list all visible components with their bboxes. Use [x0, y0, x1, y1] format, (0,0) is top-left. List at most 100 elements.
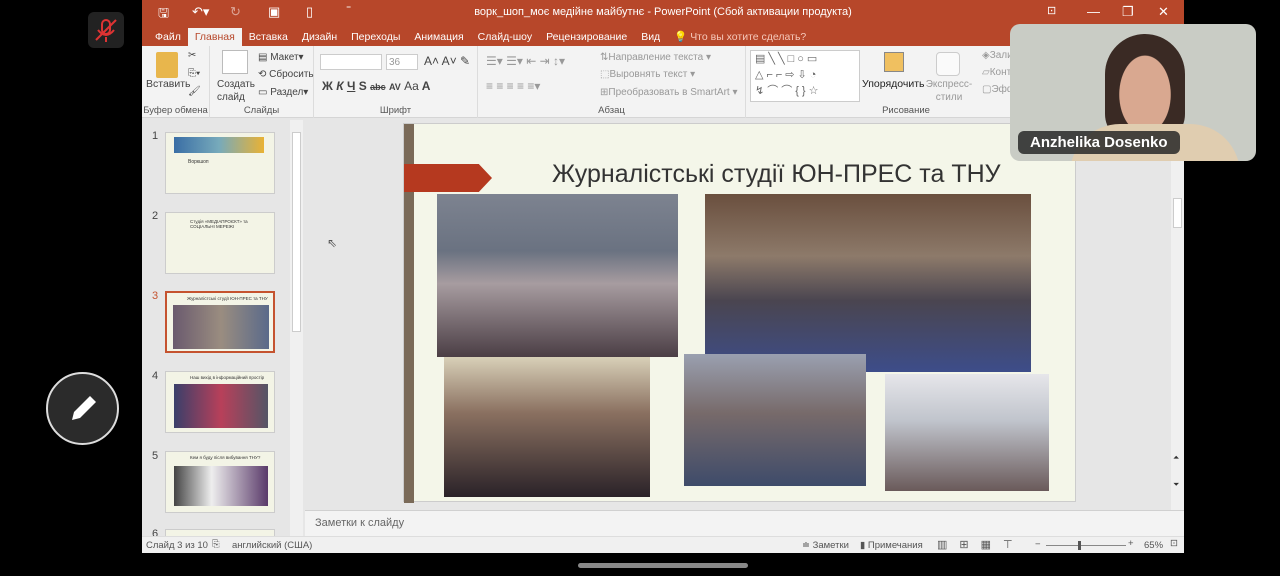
participant-video: Anzhelika Dosenko [1010, 24, 1256, 161]
align-buttons[interactable]: ≡ ≡ ≡ ≡ ≡▾ [486, 79, 540, 93]
thumb-number: 5 [152, 450, 159, 462]
cut-icon[interactable]: ✂ [188, 50, 196, 61]
smartart-label: Преобразовать в SmartArt [608, 87, 730, 98]
paragraph-group: ☰▾ ☰▾ ⇤ ⇥ ↕▾ ≡ ≡ ≡ ≡ ≡▾ ⇅Направление тек… [478, 46, 746, 118]
spacing-button[interactable]: AV [389, 82, 401, 92]
change-case-button[interactable]: Aa [404, 79, 419, 93]
arrange-button[interactable]: Упорядочить [862, 78, 924, 90]
strikethrough-button[interactable]: abc [370, 82, 386, 92]
title-bar: 🖫 ↶▾ ↻ ▣ ▯ ⁼ ворк_шоп_моє медійне майбут… [142, 0, 1184, 25]
slide-photo-group-stage [437, 194, 678, 357]
layout-button[interactable]: ▤ Макет▾ [258, 52, 304, 63]
slides-label: Слайды [243, 105, 280, 116]
font-name-input[interactable] [320, 54, 382, 70]
prev-slide-icon[interactable]: ⏶ [1173, 453, 1179, 463]
slide-thumbnails-pane: 1 Воркшоп 2 Студія «МЕДІАПРОЄКТ» та СОЦІ… [142, 118, 305, 540]
notes-toggle[interactable]: ≐ Заметки [802, 540, 849, 551]
thumb-title: Воркшоп [188, 159, 209, 165]
tab-view[interactable]: Вид [634, 28, 667, 46]
thumb-title: Журналістські студії ЮН-ПРЕС та ТНУ [187, 296, 268, 301]
font-color-button[interactable]: A [422, 79, 431, 93]
paste-button[interactable]: Вставить [146, 78, 191, 90]
tab-home[interactable]: Главная [187, 28, 242, 46]
font-size-input[interactable]: 36 [386, 54, 418, 70]
tab-animations[interactable]: Анимация [407, 28, 470, 46]
quick-styles-icon [936, 52, 960, 76]
layout-label: Макет [270, 52, 299, 63]
spellcheck-icon[interactable]: ⎘ [212, 539, 220, 550]
thumb-title: Кем я буду після вибування ТНУ? [190, 455, 261, 460]
slide-thumbnail-3[interactable]: Журналістські студії ЮН-ПРЕС та ТНУ [165, 291, 275, 353]
fit-slide-icon[interactable]: ⊡ [1170, 538, 1178, 549]
font-grow-shrink-icons[interactable]: A˄ A˅ ✎ [424, 54, 470, 68]
section-button[interactable]: ▭ Раздел▾ [258, 87, 308, 98]
slides-group: Создать слайд ▤ Макет▾ ⟲ Сбросить ▭ Разд… [210, 46, 314, 118]
text-direction-label: Направление текста [608, 52, 704, 63]
slide-photo-conference-room [885, 374, 1049, 491]
clipboard-group: Вставить ✂ ⎘▾ 🖌 Буфер обмена [142, 46, 210, 118]
align-text-button[interactable]: ⬚Выровнять текст ▾ [600, 69, 695, 80]
view-buttons[interactable]: ▥⊞▦⊤ [937, 538, 1025, 551]
ribbon-display-icon[interactable]: ⊡ [1047, 4, 1056, 17]
format-painter-icon[interactable]: 🖌 [188, 86, 201, 97]
shapes-gallery[interactable]: ▤╲╲□○▭ △⌐⌐⇨⇩◔ ↯⌒⌒{}☆ [750, 50, 860, 102]
participant-name-tag: Anzhelika Dosenko [1018, 131, 1180, 154]
tell-me-search[interactable]: 💡 Что вы хотите сделать? [667, 27, 813, 46]
close-icon[interactable]: ✕ [1158, 4, 1169, 20]
current-slide[interactable]: Журналістські студії ЮН-ПРЕС та ТНУ [403, 123, 1076, 503]
tab-slideshow[interactable]: Слайд-шоу [471, 28, 539, 46]
arrange-icon [884, 52, 904, 72]
slide-photo-auditorium [444, 357, 650, 497]
quick-styles-button[interactable]: Экспресс-стили [924, 78, 974, 104]
shadow-button[interactable]: S [359, 79, 367, 93]
next-slide-icon[interactable]: ⏷ [1173, 480, 1179, 490]
tab-file[interactable]: Файл [148, 28, 188, 46]
tab-transitions[interactable]: Переходы [344, 28, 407, 46]
zoom-slider[interactable] [1046, 541, 1126, 550]
zoom-level[interactable]: 65% [1144, 540, 1163, 551]
slide-counter: Слайд 3 из 10 [146, 540, 208, 551]
thumb-number: 4 [152, 370, 159, 382]
minimize-icon[interactable]: — [1087, 4, 1100, 19]
notes-placeholder: Заметки к слайду [315, 517, 405, 529]
underline-button[interactable]: Ч [347, 79, 355, 93]
reset-button[interactable]: ⟲ Сбросить [258, 69, 314, 80]
font-label: Шрифт [379, 105, 412, 116]
thumb-number: 1 [152, 130, 159, 142]
clipboard-label: Буфер обмена [143, 105, 208, 116]
home-indicator [578, 563, 748, 568]
slide-thumbnail-5[interactable]: Кем я буду після вибування ТНУ? [165, 451, 275, 513]
italic-button[interactable]: К [336, 79, 343, 93]
slide-thumbnail-4[interactable]: Наш вихід в інформаційний простір [165, 371, 275, 433]
text-direction-button[interactable]: ⇅Направление текста ▾ [600, 52, 711, 63]
notes-pane[interactable]: Заметки к слайду [305, 510, 1184, 536]
slide-thumbnail-1[interactable]: Воркшоп [165, 132, 275, 194]
status-bar: Слайд 3 из 10 ⎘ английский (США) ≐ Замет… [142, 536, 1184, 553]
smartart-button[interactable]: ⊞Преобразовать в SmartArt ▾ [600, 87, 738, 98]
zoom-out-icon[interactable]: − [1035, 539, 1041, 550]
tab-design[interactable]: Дизайн [295, 28, 344, 46]
thumb-title: Студія «МЕДІАПРОЄКТ» та СОЦІАЛЬНІ МЕРЕЖІ [190, 219, 248, 229]
thumb-number: 3 [152, 290, 159, 302]
restore-icon[interactable]: ❐ [1122, 4, 1134, 20]
slide-thumbnail-2[interactable]: Студія «МЕДІАПРОЄКТ» та СОЦІАЛЬНІ МЕРЕЖІ [165, 212, 275, 274]
tab-insert[interactable]: Вставка [242, 28, 295, 46]
comments-toggle[interactable]: ▮ Примечания [860, 540, 923, 551]
font-style-buttons[interactable]: Ж К Ч S abc AV Aa A [322, 79, 430, 93]
mic-muted-icon[interactable] [88, 12, 124, 48]
thumb-number: 2 [152, 210, 159, 222]
slide-photo-studio-group [705, 194, 1031, 372]
slide-scrollbar[interactable]: ⏶ ⏷ [1171, 118, 1184, 510]
copy-icon[interactable]: ⎘▾ [188, 68, 200, 79]
tab-review[interactable]: Рецензирование [539, 28, 634, 46]
zoom-slider-thumb[interactable] [1078, 541, 1081, 550]
section-label: Раздел [270, 87, 304, 98]
mouse-cursor: ⇖ [327, 236, 338, 250]
bold-button[interactable]: Ж [322, 79, 333, 93]
new-slide-button[interactable]: Создать слайд [217, 78, 257, 104]
thumbnails-scrollbar[interactable] [290, 120, 303, 536]
list-buttons[interactable]: ☰▾ ☰▾ ⇤ ⇥ ↕▾ [486, 54, 565, 68]
language-status[interactable]: английский (США) [232, 540, 312, 551]
annotate-pen-button[interactable] [46, 372, 119, 445]
zoom-in-icon[interactable]: + [1128, 538, 1134, 549]
